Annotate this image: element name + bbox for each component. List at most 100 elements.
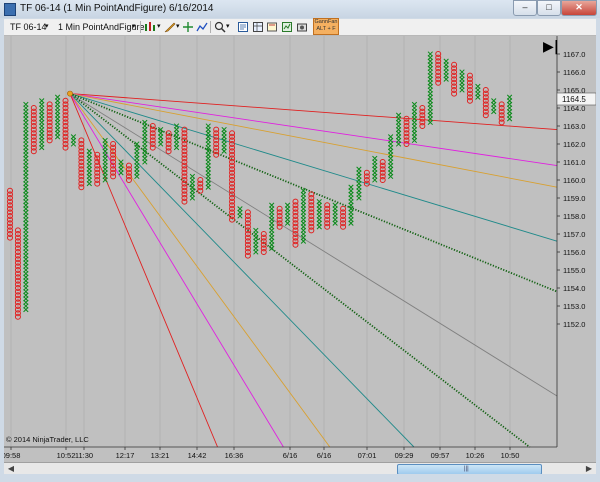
time-tick-label: 09:57 [431, 451, 450, 460]
price-tick-label: 1154.0 [563, 284, 585, 293]
pnf-chart[interactable]: 1167.01166.01165.01164.01163.01162.01161… [4, 36, 596, 462]
x-box [189, 173, 196, 180]
o-column [340, 205, 347, 230]
instrument-dropdown-icon[interactable]: ▾ [45, 20, 49, 34]
x-box [39, 98, 45, 104]
hotkey-name: GannFan [314, 19, 338, 25]
copyright-label: © 2014 NinjaTrader, LLC [6, 435, 89, 444]
gann-fan[interactable] [67, 90, 558, 448]
o-box [197, 177, 204, 183]
x-box [86, 148, 92, 154]
x-column [475, 83, 481, 100]
strategy-icon[interactable] [281, 21, 293, 33]
pnf-columns [7, 51, 513, 320]
o-box [419, 105, 426, 111]
time-axis[interactable]: 09:58 10:5211:30 12:17 13:21 14:42 16:36 6/16 6… [4, 446, 557, 460]
x-column [237, 206, 243, 219]
price-tick-label: 1155.0 [563, 266, 585, 275]
chart-panel[interactable]: 1167.0 1166.0 1165.0 1164.0 1163.0 1162.0 1161… [4, 36, 596, 462]
maximize-button[interactable]: □ [537, 0, 561, 16]
o-box [62, 97, 69, 104]
properties-icon[interactable] [237, 21, 249, 33]
instrument-selector[interactable]: TF 06-14 [10, 20, 47, 34]
zoom-dropdown-icon[interactable]: ▾ [226, 20, 230, 34]
scrollbar-grip-icon: ||| [464, 466, 469, 472]
gann-fan-line[interactable] [69, 93, 415, 448]
bar-type-dropdown-icon[interactable]: ▾ [157, 20, 161, 34]
title-bar[interactable]: TF 06-14 (1 Min PointAndFigure) 6/16/201… [0, 0, 600, 18]
template-icon[interactable] [266, 21, 278, 33]
app-icon [4, 3, 16, 16]
x-column [86, 148, 92, 187]
x-column [300, 188, 307, 244]
minimize-button[interactable]: ‒ [513, 0, 537, 16]
time-tick-label: 6/16 [283, 451, 298, 460]
zoom-icon[interactable] [214, 21, 226, 33]
x-column [54, 94, 61, 140]
x-column [23, 101, 29, 313]
gann-fan-line[interactable] [69, 92, 531, 448]
data-box-icon[interactable] [252, 21, 264, 33]
o-box [46, 101, 53, 108]
price-tick-label: 1167.0 [563, 50, 585, 59]
o-box [213, 126, 220, 133]
price-tick-label: 1156.0 [563, 248, 585, 257]
x-column [70, 134, 77, 147]
x-column [372, 155, 378, 183]
x-column [348, 184, 354, 226]
o-column [78, 137, 85, 191]
gann-fan-line[interactable] [69, 93, 558, 188]
o-box [324, 202, 331, 209]
interval-dropdown-icon[interactable]: ▾ [132, 20, 136, 34]
play-to-end-icon[interactable]: ▶| [543, 39, 559, 55]
o-column [324, 202, 331, 230]
x-column [142, 119, 148, 165]
drawing-pencil-icon[interactable] [164, 21, 176, 33]
window-title: TF 06-14 (1 Min PointAndFigure) 6/16/201… [20, 3, 214, 14]
x-column [118, 159, 124, 176]
o-box [276, 205, 283, 212]
o-column [197, 177, 204, 194]
x-column [173, 123, 180, 151]
x-box [316, 198, 322, 205]
gann-fan-hotkey-badge[interactable]: GannFan ALT + F [313, 18, 339, 35]
chart-toolbar: TF 06-14 ▾ 1 Min PointAndFigure ▾ ▾ ▾ ▾ [4, 19, 596, 36]
drawing-dropdown-icon[interactable]: ▾ [176, 20, 180, 34]
o-box [482, 87, 489, 93]
close-button[interactable]: ✕ [561, 0, 597, 16]
indicator-icon[interactable] [196, 21, 208, 33]
time-tick-label: 09:29 [395, 451, 414, 460]
o-column [213, 126, 220, 158]
o-box [244, 209, 251, 216]
o-box [78, 137, 85, 144]
o-box [292, 198, 299, 205]
price-tick-label: 1163.0 [563, 122, 585, 131]
x-box [506, 94, 513, 100]
x-box [356, 166, 362, 172]
bar-type-icon[interactable] [144, 21, 156, 33]
x-box [475, 83, 481, 90]
o-column [7, 187, 13, 241]
time-tick-label: 10:26 [466, 451, 485, 460]
price-tick-label: 1159.0 [563, 194, 585, 203]
gann-fan-anchor[interactable] [67, 90, 73, 97]
gann-fan-line[interactable] [69, 93, 284, 448]
o-box [340, 205, 347, 212]
o-column [165, 130, 172, 155]
o-column [94, 151, 101, 187]
o-column [276, 205, 283, 230]
gann-fan-line[interactable] [69, 93, 558, 167]
x-column [411, 101, 418, 144]
time-tick-label: 10:52 [57, 451, 76, 460]
x-box [395, 112, 402, 118]
screenshot-icon[interactable] [296, 21, 308, 33]
o-column [125, 162, 132, 183]
x-box [253, 227, 259, 234]
crosshair-icon[interactable] [182, 21, 194, 33]
x-column [443, 58, 449, 82]
x-column [332, 202, 338, 226]
x-box [284, 202, 291, 208]
o-box [14, 227, 21, 234]
x-box [221, 126, 227, 133]
x-column [316, 198, 322, 230]
